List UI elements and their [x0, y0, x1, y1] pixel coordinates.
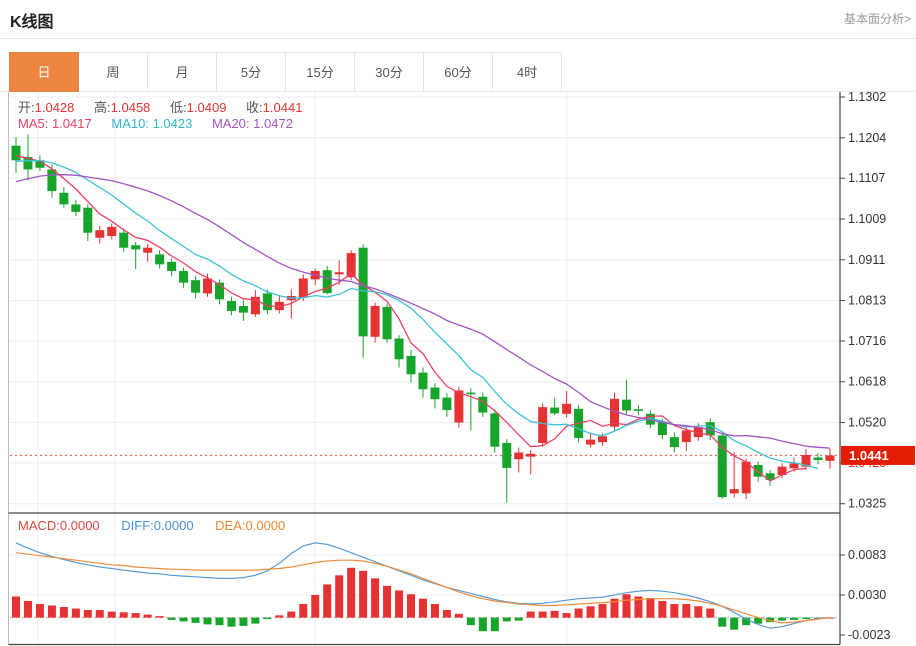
dea-value-readout: DEA:0.0000	[215, 518, 285, 533]
ma20-line	[16, 175, 830, 448]
open-value: 1.0428	[35, 100, 75, 115]
ma-readout: MA5: 1.0417 MA10: 1.0423 MA20: 1.0472	[18, 116, 293, 131]
svg-text:1.0813: 1.0813	[848, 294, 886, 308]
open-label: 开:	[18, 100, 35, 115]
current-price-badge: 1.0441	[841, 446, 915, 465]
svg-text:-0.0023: -0.0023	[848, 628, 890, 642]
ma10-readout: MA10: 1.0423	[111, 116, 192, 131]
svg-text:1.0911: 1.0911	[848, 253, 885, 267]
svg-text:1.0618: 1.0618	[848, 375, 886, 389]
kline-page: K线图 基本面分析> 日 周 月 5分 15分 30分 60分 4时 开:1.0…	[0, 0, 916, 646]
tab-day[interactable]: 日	[9, 52, 79, 92]
chart-frame	[9, 92, 841, 645]
grid-lines	[10, 92, 840, 645]
high-label: 高:	[94, 100, 111, 115]
macd-histogram	[12, 568, 834, 631]
svg-text:1.1302: 1.1302	[848, 90, 886, 104]
svg-text:1.1009: 1.1009	[848, 212, 886, 226]
svg-text:1.1107: 1.1107	[848, 171, 885, 185]
svg-text:1.0325: 1.0325	[848, 497, 886, 511]
high-value: 1.0458	[111, 100, 151, 115]
macd-value-readout: MACD:0.0000	[18, 518, 100, 533]
svg-text:0.0083: 0.0083	[848, 548, 886, 562]
svg-text:1.0441: 1.0441	[849, 448, 889, 463]
ohlc-readout: 开:1.0428 高:1.0458 低:1.0409 收:1.0441	[18, 97, 318, 116]
svg-text:1.0716: 1.0716	[848, 334, 886, 348]
low-label: 低:	[170, 100, 187, 115]
macd-readout: MACD:0.0000 DIFF:0.0000 DEA:0.0000	[18, 518, 285, 533]
ma5-readout: MA5: 1.0417	[18, 116, 92, 131]
svg-text:1.0520: 1.0520	[848, 416, 886, 430]
diff-value-readout: DIFF:0.0000	[121, 518, 193, 533]
close-label: 收:	[246, 100, 263, 115]
ma20-readout: MA20: 1.0472	[212, 116, 293, 131]
macd-axis: 0.0083 0.0030 -0.0023	[840, 548, 890, 642]
low-value: 1.0409	[187, 100, 227, 115]
close-value: 1.0441	[263, 100, 303, 115]
svg-text:1.1204: 1.1204	[848, 131, 886, 145]
svg-text:0.0030: 0.0030	[848, 588, 886, 602]
candlestick-series	[12, 134, 835, 502]
